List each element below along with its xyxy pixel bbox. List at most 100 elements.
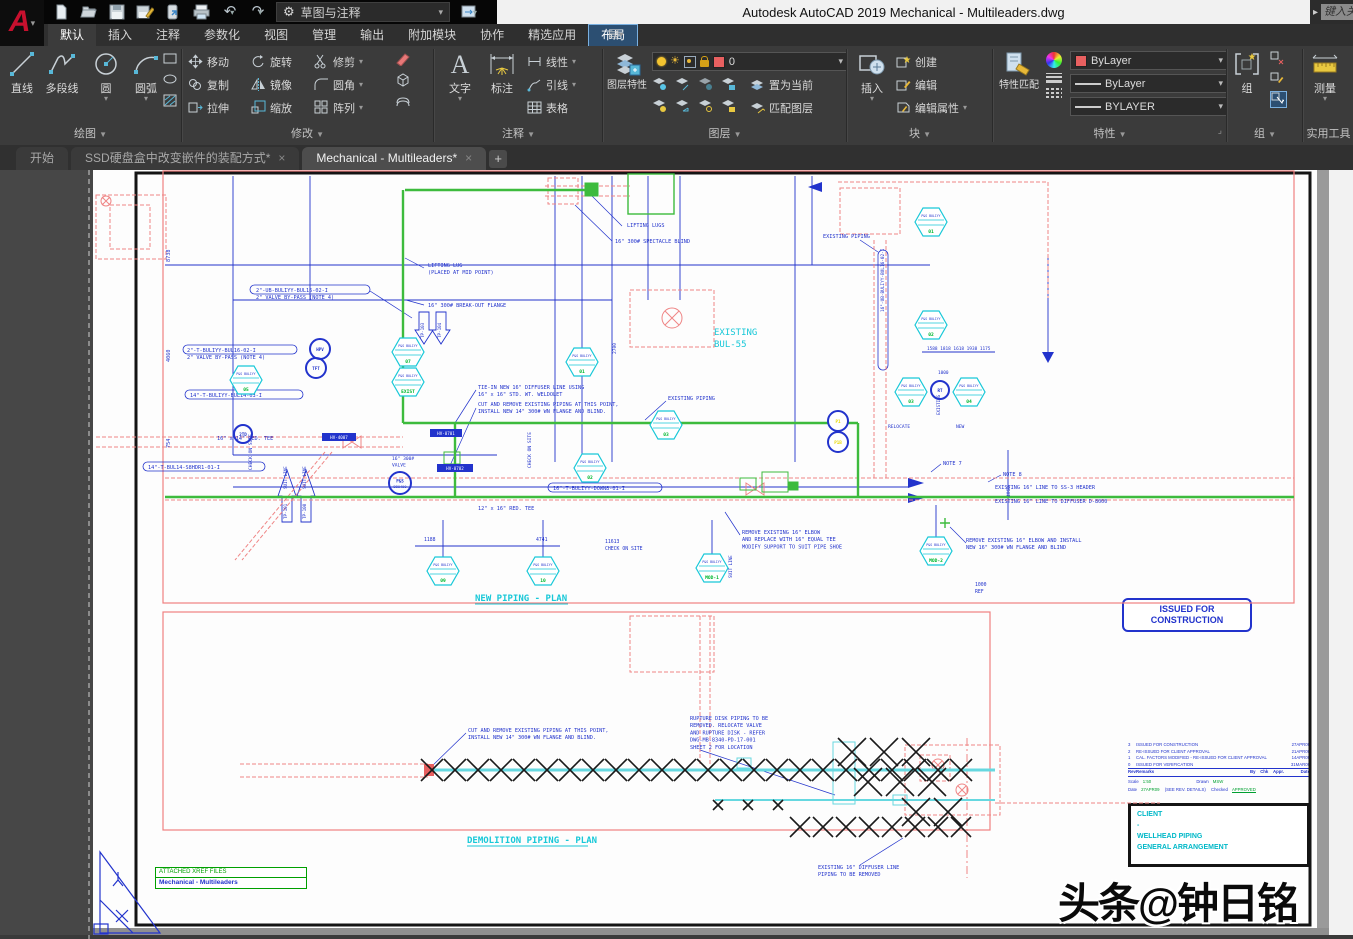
panel-label-draw[interactable]: 绘图 ▼ xyxy=(0,125,181,141)
lineweight-dropdown[interactable]: ByLayer ▾ xyxy=(1070,74,1228,93)
overlap-icon[interactable] xyxy=(395,93,410,108)
new-file-icon[interactable] xyxy=(52,3,70,21)
window-title: Autodesk AutoCAD 2019 Mechanical - Multi… xyxy=(497,0,1310,24)
ribbon-tab-3[interactable]: 注释 xyxy=(144,24,192,46)
polyline-button[interactable]: 多段线 xyxy=(42,50,82,96)
trim-button[interactable]: 修剪▾ xyxy=(314,51,363,72)
new-tab-button[interactable]: + xyxy=(489,150,507,168)
panel-label-layers[interactable]: 图层 ▼ xyxy=(604,125,846,141)
ribbon-collapse-button[interactable]: ▤▾ xyxy=(608,26,623,40)
leader-button[interactable]: 引线▾ xyxy=(527,74,576,95)
print-icon[interactable] xyxy=(192,3,210,21)
layer-thaw2-icon[interactable] xyxy=(698,98,713,113)
match-properties-icon xyxy=(1005,50,1033,78)
layer-lock2-icon[interactable] xyxy=(721,76,736,91)
ribbon-tab-5[interactable]: 视图 xyxy=(252,24,300,46)
edit-attribute-button[interactable]: 编辑属性▾ xyxy=(896,97,967,118)
ribbon-tab-1[interactable]: 默认 xyxy=(48,24,96,46)
ungroup-icon[interactable] xyxy=(1270,51,1285,66)
dialog-launcher-icon[interactable]: ⌟ xyxy=(1218,125,1222,136)
layer-properties-button[interactable]: 图层特性 xyxy=(606,50,648,91)
ellipse-icon[interactable] xyxy=(163,72,178,87)
application-menu-button[interactable]: A▾ xyxy=(0,0,44,46)
line-button[interactable]: 直线 xyxy=(2,50,42,96)
erase-icon[interactable] xyxy=(395,51,410,66)
layer-on2-icon[interactable] xyxy=(652,98,667,113)
group-button[interactable]: 组 xyxy=(1230,50,1264,96)
group-select-icon[interactable] xyxy=(1270,91,1287,108)
infocenter[interactable]: ▸ 键入关 xyxy=(1310,0,1353,24)
panel-label-properties[interactable]: 特性 ▼⌟ xyxy=(994,125,1226,141)
match-properties-button[interactable]: 特性匹配 xyxy=(996,50,1042,91)
undo-icon[interactable]: ↶▾ xyxy=(220,3,238,21)
layer-thaw-icon: ☀ xyxy=(670,56,680,67)
ribbon-tab-8[interactable]: 附加模块 xyxy=(396,24,468,46)
close-icon[interactable]: × xyxy=(278,147,285,170)
layer-off-icon[interactable] xyxy=(698,76,713,91)
move-button[interactable]: 移动 xyxy=(188,51,229,72)
ribbon-tab-6[interactable]: 管理 xyxy=(300,24,348,46)
linetype-icon[interactable] xyxy=(1046,88,1062,98)
color-wheel-icon[interactable] xyxy=(1046,52,1062,68)
copy-icon xyxy=(188,77,203,92)
scale-button[interactable]: 缩放 xyxy=(251,97,292,118)
copy-button[interactable]: 复制 xyxy=(188,74,229,95)
send-mobile-icon[interactable] xyxy=(164,3,182,21)
save-icon[interactable] xyxy=(108,3,126,21)
ribbon-tab-10[interactable]: 精选应用 xyxy=(516,24,588,46)
panel-label-block[interactable]: 块 ▼ xyxy=(848,125,992,141)
stretch-button[interactable]: 拉伸 xyxy=(188,97,229,118)
group-edit-icon[interactable] xyxy=(1270,71,1285,86)
chevron-down-icon: ▾ xyxy=(438,7,443,18)
layer-freeze-icon[interactable] xyxy=(675,76,690,91)
match-layer-button[interactable]: 匹配图层 xyxy=(750,97,813,118)
table-button[interactable]: 表格 xyxy=(527,97,576,118)
client-title-box: CLIENT - WELLHEAD PIPING GENERAL ARRANGE… xyxy=(1128,803,1310,867)
arc-button[interactable]: 圆弧▾ xyxy=(126,50,166,102)
layer-unlock-icon[interactable] xyxy=(721,98,736,113)
hatch-icon[interactable] xyxy=(163,93,178,108)
workspace-dropdown[interactable]: ⚙ 草图与注释 ▾ xyxy=(276,2,450,22)
window-switch-icon[interactable]: ▾ xyxy=(460,3,478,21)
ribbon-tab-9[interactable]: 协作 xyxy=(468,24,516,46)
save-as-icon[interactable] xyxy=(136,3,154,21)
layer-dropdown[interactable]: ☀ 0 ▾ xyxy=(652,52,848,71)
color-dropdown[interactable]: ByLayer ▾ xyxy=(1070,51,1228,70)
fillet-button[interactable]: 圆角▾ xyxy=(314,74,363,95)
file-tab-1[interactable]: 开始 xyxy=(16,147,68,170)
explode-icon[interactable] xyxy=(395,72,410,87)
lineweight-icon[interactable] xyxy=(1046,73,1062,83)
line-icon xyxy=(8,50,36,78)
panel-label-group[interactable]: 组 ▼ xyxy=(1228,125,1302,141)
circle-button[interactable]: 圆▾ xyxy=(86,50,126,102)
insert-button[interactable]: 插入▾ xyxy=(852,50,892,102)
panel-label-annotate[interactable]: 注释 ▼ xyxy=(435,125,602,141)
file-tab-2[interactable]: SSD硬盘盒中改变嵌件的装配方式*× xyxy=(71,147,299,170)
edit-block-button[interactable]: 编辑 xyxy=(896,74,967,95)
ribbon-tab-4[interactable]: 参数化 xyxy=(192,24,252,46)
search-input[interactable]: 键入关 xyxy=(1321,4,1353,20)
rectangle-icon[interactable] xyxy=(163,51,178,66)
layer-walk-icon[interactable] xyxy=(675,98,690,113)
panel-label-modify[interactable]: 修改 ▼ xyxy=(183,125,432,141)
open-folder-icon[interactable] xyxy=(80,3,98,21)
redo-icon[interactable]: ↷▾ xyxy=(248,3,266,21)
array-button[interactable]: 阵列▾ xyxy=(314,97,363,118)
file-tab-3[interactable]: Mechanical - Multileaders*× xyxy=(302,147,486,170)
ribbon-tab-7[interactable]: 输出 xyxy=(348,24,396,46)
measure-button[interactable]: 测量▾ xyxy=(1306,50,1344,102)
set-current-button[interactable]: 置为当前 xyxy=(750,74,813,95)
linetype-dropdown[interactable]: BYLAYER ▾ xyxy=(1070,97,1228,116)
close-icon[interactable]: × xyxy=(465,147,472,170)
layer-isolate-icon[interactable] xyxy=(652,76,667,91)
expand-arrow-icon[interactable]: ▸ xyxy=(1310,7,1321,18)
drawing-viewport[interactable]: ISSUED FOR CONSTRUCTION 3ISSUED FOR CONS… xyxy=(0,170,1353,939)
ribbon-tab-2[interactable]: 插入 xyxy=(96,24,144,46)
linear-dim-button[interactable]: 线性▾ xyxy=(527,51,576,72)
panel-label-utilities[interactable]: 实用工具 xyxy=(1304,125,1353,141)
rotate-button[interactable]: 旋转 xyxy=(251,51,292,72)
create-block-button[interactable]: 创建 xyxy=(896,51,967,72)
text-button[interactable]: A 文字▾ xyxy=(440,50,480,102)
mirror-button[interactable]: 镜像 xyxy=(251,74,292,95)
dimension-button[interactable]: 标注 xyxy=(482,50,522,96)
